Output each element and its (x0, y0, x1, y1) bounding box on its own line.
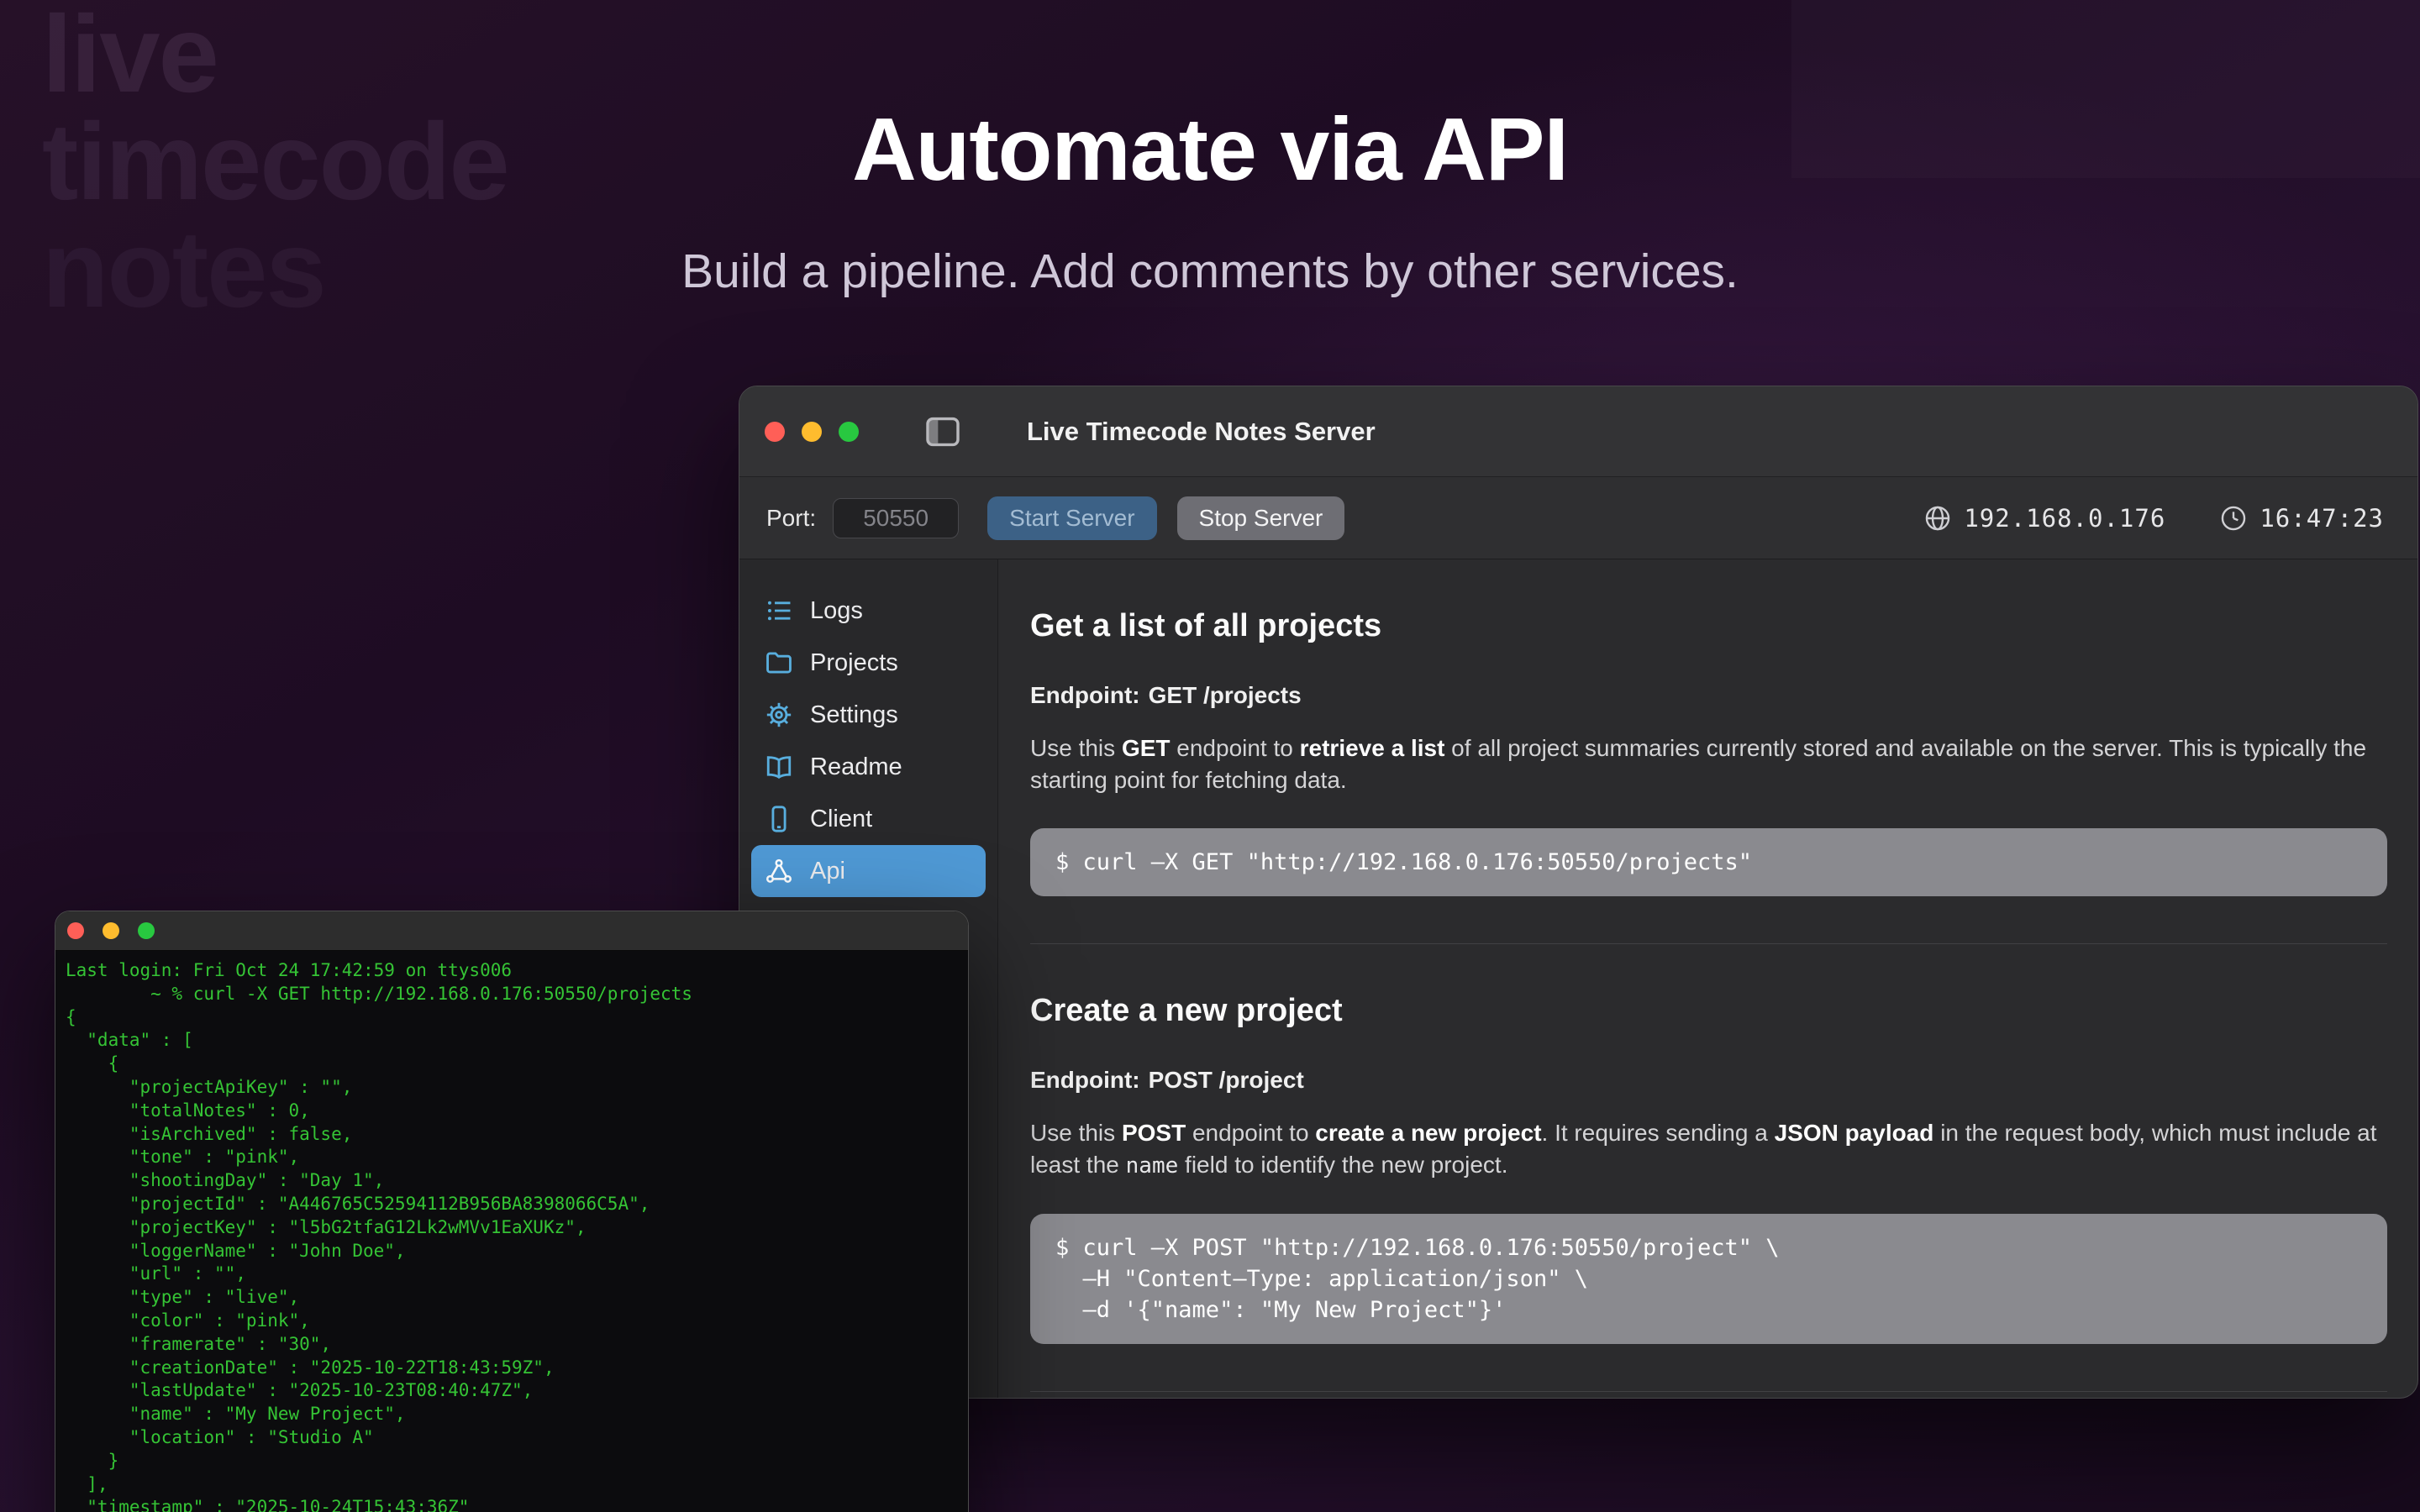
sidebar-item-label: Projects (810, 649, 898, 677)
window-title: Live Timecode Notes Server (1027, 417, 1376, 447)
terminal-output[interactable]: Last login: Fri Oct 24 17:42:59 on ttys0… (55, 951, 968, 1512)
terminal-line: "name" : "My New Project", (66, 1403, 958, 1426)
minimize-window-button[interactable] (802, 422, 822, 442)
hero-title: Automate via API (0, 99, 2420, 201)
terminal-line: "projectId" : "A446765C52594112B956BA839… (66, 1193, 958, 1216)
terminal-line: "lastUpdate" : "2025-10-23T08:40:47Z", (66, 1379, 958, 1403)
terminal-line: } (66, 1450, 958, 1473)
sidebar-item-projects[interactable]: Projects (751, 637, 986, 689)
zoom-window-button[interactable] (839, 422, 859, 442)
section-heading: Create a new project (1030, 991, 2387, 1030)
terminal-line: Last login: Fri Oct 24 17:42:59 on ttys0… (66, 959, 958, 983)
terminal-line: "loggerName" : "John Doe", (66, 1240, 958, 1263)
network-icon (765, 857, 793, 885)
port-label: Port: (766, 505, 816, 532)
code-block-get-projects: $ curl –X GET "http://192.168.0.176:5055… (1030, 828, 2387, 896)
terminal-line: "url" : "", (66, 1263, 958, 1286)
sidebar-item-logs[interactable]: Logs (751, 585, 986, 637)
watermark-line: live (42, 0, 508, 108)
port-input[interactable] (833, 498, 959, 538)
endpoint-value: POST /project (1149, 1067, 1304, 1093)
sidebar-item-label: Readme (810, 753, 902, 781)
start-server-button[interactable]: Start Server (987, 496, 1156, 540)
sidebar-item-label: Client (810, 806, 872, 833)
page-background: live timecode notes Automate via API Bui… (0, 0, 2420, 1512)
code-line: –d '{"name": "My New Project"}' (1055, 1294, 2362, 1326)
window-titlebar[interactable]: Live Timecode Notes Server (739, 386, 2417, 477)
sidebar-toggle-icon[interactable] (925, 417, 960, 447)
device-icon (765, 805, 793, 833)
hero-subtitle: Build a pipeline. Add comments by other … (0, 244, 2420, 299)
clock-icon (2219, 504, 2248, 533)
section-description: Use this POST endpoint to create a new p… (1030, 1117, 2387, 1182)
endpoint-value: GET /projects (1149, 682, 1302, 708)
terminal-line: "projectKey" : "l5bG2tfaG12Lk2wMVv1EaXUK… (66, 1216, 958, 1240)
clock-group: 16:47:23 (2219, 504, 2384, 533)
terminal-line: "timestamp" : "2025-10-24T15:43:36Z" (66, 1496, 958, 1512)
terminal-line: { (66, 1053, 958, 1076)
sidebar-item-settings[interactable]: Settings (751, 689, 986, 741)
terminal-window: Last login: Fri Oct 24 17:42:59 on ttys0… (55, 911, 969, 1512)
window-body: Logs Projects (739, 559, 2417, 1399)
sidebar-item-client[interactable]: Client (751, 793, 986, 845)
api-docs-content: Get a list of all projects Endpoint: GET … (998, 559, 2417, 1399)
close-window-button[interactable] (67, 922, 84, 939)
terminal-line: "location" : "Studio A" (66, 1426, 958, 1450)
stop-server-button[interactable]: Stop Server (1177, 496, 1345, 540)
terminal-line: "type" : "live", (66, 1286, 958, 1310)
sidebar-item-readme[interactable]: Readme (751, 741, 986, 793)
zoom-window-button[interactable] (138, 922, 155, 939)
server-ip-address: 192.168.0.176 (1964, 504, 2165, 533)
toolbar-status: 192.168.0.176 16:47:23 (1923, 504, 2384, 533)
section-divider (1030, 943, 2387, 944)
sidebar-item-label: Api (810, 858, 845, 885)
code-line: –H "Content–Type: application/json" \ (1055, 1263, 2362, 1294)
section-heading: Get a list of all projects (1030, 606, 2387, 645)
terminal-line: "totalNotes" : 0, (66, 1100, 958, 1123)
gear-icon (765, 701, 793, 729)
terminal-line: { (66, 1006, 958, 1030)
terminal-line: "isArchived" : false, (66, 1123, 958, 1147)
ip-address-group: 192.168.0.176 (1923, 504, 2165, 533)
server-clock-time: 16:47:23 (2260, 504, 2384, 533)
inline-code: name (1126, 1153, 1179, 1179)
terminal-line: "color" : "pink", (66, 1310, 958, 1333)
folder-icon (765, 648, 793, 677)
terminal-line: "tone" : "pink", (66, 1146, 958, 1169)
endpoint-label: Endpoint: (1030, 1067, 1140, 1093)
book-icon (765, 753, 793, 781)
server-app-window: Live Timecode Notes Server Port: Start S… (739, 386, 2418, 1399)
code-line: $ curl –X GET "http://192.168.0.176:5055… (1055, 847, 2362, 878)
endpoint-line: Endpoint: GET /projects (1030, 682, 2387, 709)
sidebar-item-api[interactable]: Api (751, 845, 986, 897)
terminal-titlebar[interactable] (55, 911, 968, 951)
list-icon (765, 596, 793, 625)
sidebar-item-label: Logs (810, 597, 863, 625)
window-controls (765, 422, 859, 442)
section-description: Use this GET endpoint to retrieve a list… (1030, 732, 2387, 796)
terminal-line: ~ % curl -X GET http://192.168.0.176:505… (66, 983, 958, 1006)
terminal-line: "framerate" : "30", (66, 1333, 958, 1357)
code-block-post-project: $ curl –X POST "http://192.168.0.176:505… (1030, 1214, 2387, 1344)
terminal-line: "projectApiKey" : "", (66, 1076, 958, 1100)
endpoint-line: Endpoint: POST /project (1030, 1067, 2387, 1094)
globe-icon (1923, 504, 1952, 533)
terminal-line: ], (66, 1473, 958, 1497)
section-divider (1030, 1391, 2387, 1392)
terminal-line: "shootingDay" : "Day 1", (66, 1169, 958, 1193)
close-window-button[interactable] (765, 422, 785, 442)
terminal-line: "data" : [ (66, 1029, 958, 1053)
server-toolbar: Port: Start Server Stop Server 192.168.0… (739, 477, 2417, 559)
endpoint-label: Endpoint: (1030, 682, 1140, 708)
sidebar-item-label: Settings (810, 701, 898, 729)
terminal-line: "creationDate" : "2025-10-22T18:43:59Z", (66, 1357, 958, 1380)
minimize-window-button[interactable] (103, 922, 119, 939)
code-line: $ curl –X POST "http://192.168.0.176:505… (1055, 1232, 2362, 1263)
